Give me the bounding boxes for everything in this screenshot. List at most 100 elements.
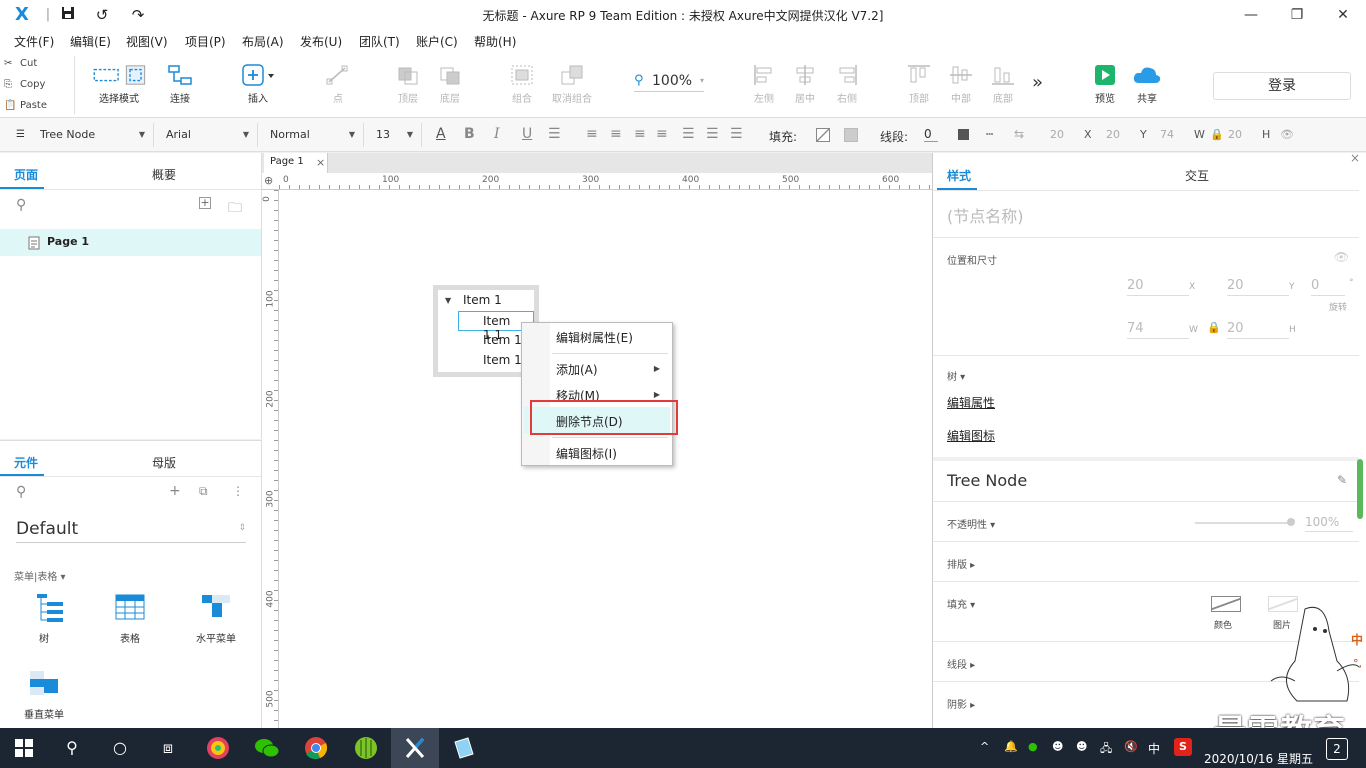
search-icon[interactable]: ⚲ [16, 197, 26, 213]
cortana-icon[interactable]: ○ [96, 728, 144, 768]
close-panel-icon[interactable]: × [1350, 151, 1360, 165]
section-label[interactable]: 不透明性 ▾ [947, 516, 995, 531]
page-list-item[interactable]: Page 1 [0, 229, 261, 256]
fill-image-swatch[interactable] [844, 128, 858, 142]
tray-bell-icon[interactable]: 🔔 [1004, 740, 1018, 753]
chrome-icon[interactable] [292, 728, 340, 768]
green-app-icon[interactable] [342, 728, 390, 768]
align-bottom-tool[interactable]: 底部 [973, 58, 1033, 105]
widget-tree[interactable]: 树 [14, 591, 74, 651]
rotation-input[interactable]: 0 [1311, 276, 1345, 296]
task-view-icon[interactable]: ⧈ [144, 728, 192, 768]
tab-interactions[interactable]: 交互 [1185, 167, 1209, 184]
select-mode-tool[interactable]: 选择模式 [84, 58, 154, 105]
stroke-color-swatch[interactable] [958, 129, 969, 140]
section-label[interactable]: 树 ▾ [947, 368, 965, 383]
add-page-icon[interactable]: + [199, 197, 211, 209]
node-name-input[interactable]: (节点名称) [947, 203, 1024, 227]
tab-widgets[interactable]: 元件 [14, 454, 38, 471]
section-label[interactable]: 填充 ▾ [947, 596, 975, 611]
align-text-right-icon[interactable]: ≡ [634, 126, 646, 142]
menu-account[interactable]: 账户(C) [416, 33, 458, 50]
opacity-input[interactable]: 100% [1305, 512, 1353, 532]
axure-taskbar-icon[interactable] [391, 728, 439, 768]
wechat-icon[interactable] [243, 728, 291, 768]
h-input[interactable]: 20 [1227, 319, 1289, 339]
underline-button[interactable]: U [522, 126, 532, 142]
visibility-eye-icon[interactable]: 👁 [1280, 128, 1294, 141]
tray-datetime[interactable]: 2020/10/16 星期五 [1204, 750, 1313, 767]
menu-project[interactable]: 项目(P) [185, 33, 226, 50]
edit-icon-link[interactable]: 编辑图标 [947, 427, 995, 444]
tray-volume-muted-icon[interactable]: 🔇 [1124, 740, 1138, 753]
minimize-button[interactable]: — [1228, 0, 1274, 30]
opacity-slider-handle[interactable] [1287, 518, 1295, 526]
w-input[interactable]: 74 [1160, 128, 1174, 141]
library-copy-icon[interactable]: ⧉ [199, 484, 208, 499]
search-icon[interactable]: ⚲ [48, 728, 96, 768]
widget-table[interactable]: 表格 [100, 591, 160, 651]
tray-expand-icon[interactable]: ^ [980, 740, 989, 753]
ungroup-tool[interactable]: 取消组合 [542, 58, 602, 105]
valign-middle-icon[interactable]: ☰ [706, 126, 719, 142]
widget-style-select[interactable]: ☰ Tree Node ▼ [10, 123, 154, 147]
menu-team[interactable]: 团队(T) [359, 33, 400, 50]
paste-button[interactable]: 📋 Paste [4, 96, 70, 116]
copy-button[interactable]: ⎘ Copy [4, 75, 70, 95]
font-color-icon[interactable]: A [436, 126, 446, 142]
search-icon[interactable]: ⚲ [16, 484, 26, 500]
zoom-select[interactable]: ⚲ 100% ▾ [634, 72, 704, 92]
tree-node[interactable]: Item 1 [483, 353, 522, 367]
y-input[interactable]: 20 [1106, 128, 1120, 141]
add-folder-icon[interactable]: 🗀 [228, 197, 242, 221]
point-tool[interactable]: 点 [308, 58, 368, 105]
menu-add[interactable]: 添加(A) [556, 361, 598, 378]
add-library-icon[interactable]: + [169, 483, 181, 499]
action-center-icon[interactable]: 2 [1326, 738, 1348, 760]
x-input[interactable]: 20 [1127, 276, 1189, 296]
widget-vertical-menu[interactable]: 垂直菜单 [14, 667, 74, 727]
fill-color-swatch[interactable] [816, 128, 830, 142]
share-button[interactable]: 共享 [1117, 58, 1177, 105]
color-app-icon[interactable] [194, 728, 242, 768]
fill-color-swatch[interactable] [1211, 596, 1241, 612]
italic-button[interactable]: I [494, 126, 500, 142]
tab-masters[interactable]: 母版 [152, 454, 176, 471]
x-input[interactable]: 20 [1050, 128, 1064, 141]
section-label[interactable]: 排版 ▸ [947, 556, 975, 571]
scrollbar-thumb[interactable] [1357, 459, 1363, 519]
cut-button[interactable]: ✂ Cut [4, 54, 70, 74]
tab-outline[interactable]: 概要 [152, 166, 176, 183]
menu-edit[interactable]: 编辑(E) [70, 33, 111, 50]
edit-style-icon[interactable]: ✎ [1337, 473, 1347, 487]
align-text-justify-icon[interactable]: ≡ [656, 126, 668, 142]
tray-sogou-icon[interactable]: S [1174, 738, 1192, 756]
tray-ime-indicator[interactable]: 中 [1148, 740, 1160, 757]
align-text-left-icon[interactable]: ≡ [586, 126, 598, 142]
bullet-list-icon[interactable]: ☰ [548, 126, 561, 142]
connect-tool[interactable]: 连接 [150, 58, 210, 105]
widget-category[interactable]: 菜单|表格 ▾ [14, 568, 66, 583]
windows-start-icon[interactable] [0, 728, 48, 768]
align-text-center-icon[interactable]: ≡ [610, 126, 622, 142]
arrow-style-icon[interactable]: ⇆ [1014, 127, 1024, 141]
widget-horizontal-menu[interactable]: 水平菜单 [186, 591, 246, 651]
insert-tool[interactable]: 插入 [228, 58, 288, 105]
library-select[interactable]: Default ⇕ [16, 515, 246, 543]
align-right-tool[interactable]: 右侧 [817, 58, 877, 105]
close-button[interactable]: ✕ [1320, 0, 1366, 30]
close-icon[interactable]: × [316, 156, 325, 169]
tray-qq2-icon[interactable]: ☻ [1076, 740, 1087, 753]
tab-pages[interactable]: 页面 [14, 166, 38, 183]
font-weight-select[interactable]: Normal ▼ [262, 123, 364, 147]
menu-help[interactable]: 帮助(H) [474, 33, 516, 50]
tray-network-icon[interactable]: 🖧 [1100, 740, 1112, 759]
menu-publish[interactable]: 发布(U) [300, 33, 342, 50]
tray-wechat-icon[interactable]: ● [1028, 740, 1038, 753]
menu-edit-tree-props[interactable]: 编辑树属性(E) [556, 329, 633, 346]
tree-node[interactable]: Item 1 [483, 333, 522, 347]
tray-qq-icon[interactable]: ☻ [1052, 740, 1063, 753]
more-options-icon[interactable]: ⋮ [232, 484, 244, 498]
valign-bottom-icon[interactable]: ☰ [730, 126, 743, 142]
font-family-select[interactable]: Arial ▼ [158, 123, 258, 147]
